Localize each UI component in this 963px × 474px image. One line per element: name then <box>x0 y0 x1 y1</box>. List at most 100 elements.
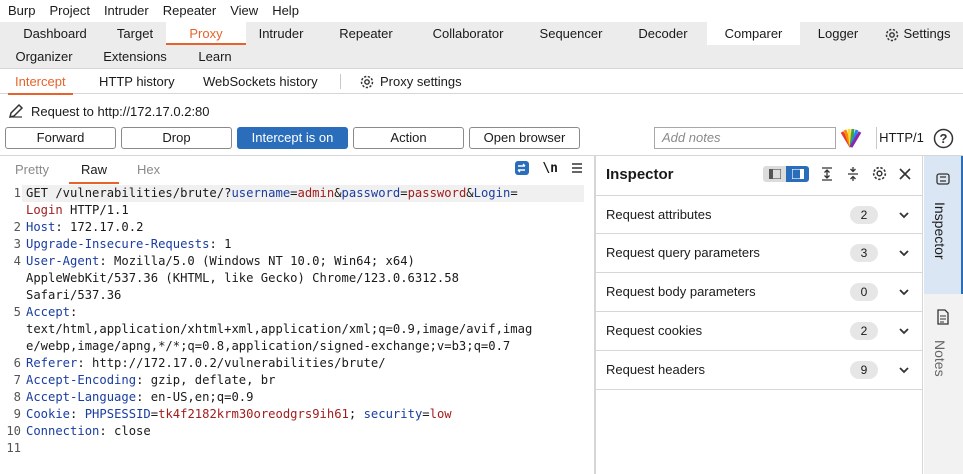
subtab-intercept[interactable]: Intercept <box>8 69 73 95</box>
tab-settings[interactable]: Settings <box>878 22 956 45</box>
subtab-separator <box>340 74 341 89</box>
chevron-down-icon[interactable] <box>898 286 910 298</box>
close-icon[interactable] <box>898 167 912 181</box>
header-key: security <box>363 407 423 421</box>
count-badge: 2 <box>850 206 878 224</box>
code-line: Upgrade-Insecure-Requests: 1 <box>26 236 231 253</box>
rail-inspector-label: Inspector <box>932 202 948 260</box>
menu-repeater[interactable]: Repeater <box>156 0 223 22</box>
param-value: password <box>407 186 467 200</box>
tab-extensions[interactable]: Extensions <box>96 45 174 68</box>
rail-tab-notes[interactable]: Notes <box>924 296 963 396</box>
chevron-down-icon[interactable] <box>898 209 910 221</box>
drop-button[interactable]: Drop <box>121 127 232 149</box>
menu-burp[interactable]: Burp <box>0 0 42 22</box>
tab-learn[interactable]: Learn <box>188 45 242 68</box>
code-text: = <box>150 407 159 421</box>
header-key: Accept-Encoding <box>26 373 137 387</box>
gear-icon[interactable] <box>871 165 888 182</box>
inspector-section[interactable]: Request query parameters 3 <box>596 234 923 273</box>
header-key: Connection <box>26 424 100 438</box>
subtab-http-history[interactable]: HTTP history <box>99 69 175 94</box>
line-number: 5 <box>13 305 21 319</box>
inspector-section[interactable]: Request body parameters 0 <box>596 273 923 312</box>
tab-sequencer[interactable]: Sequencer <box>530 22 612 45</box>
help-icon[interactable]: ? <box>933 128 954 149</box>
code-line: AppleWebKit/537.36 (KHTML, like Gecko) C… <box>26 270 459 287</box>
collapse-all-icon[interactable] <box>845 166 861 182</box>
header-key: Host <box>26 220 56 234</box>
subtab-websockets-history[interactable]: WebSockets history <box>203 69 318 94</box>
header-key: username <box>231 186 291 200</box>
menu-help[interactable]: Help <box>265 0 306 22</box>
code-text: : <box>70 407 85 421</box>
message-actions-icon[interactable] <box>514 160 530 176</box>
tab-dashboard[interactable]: Dashboard <box>6 22 104 45</box>
tab-logger[interactable]: Logger <box>808 22 868 45</box>
menu-intruder[interactable]: Intruder <box>97 0 156 22</box>
tab-proxy[interactable]: Proxy <box>166 22 246 45</box>
inspector-section-label: Request cookies <box>606 323 703 338</box>
code-text: & <box>466 186 474 200</box>
request-info: Request to http://172.17.0.2:80 <box>0 96 210 126</box>
tab-collaborator[interactable]: Collaborator <box>420 22 516 45</box>
chevron-down-icon[interactable] <box>898 364 910 376</box>
header-key: Login <box>473 186 511 200</box>
line-number: 2 <box>13 220 21 234</box>
code-text: & <box>334 186 342 200</box>
code-text: = <box>510 186 518 200</box>
inspector-section-label: Request query parameters <box>606 245 760 260</box>
action-button[interactable]: Action <box>353 127 464 149</box>
menu-project[interactable]: Project <box>42 0 96 22</box>
tab-target[interactable]: Target <box>104 22 166 45</box>
rail-tab-inspector[interactable]: Inspector <box>924 156 963 294</box>
code-line: GET /vulnerabilities/brute/?username=adm… <box>26 185 518 202</box>
code-line: Login HTTP/1.1 <box>26 202 129 219</box>
line-number: 1 <box>13 186 21 200</box>
code-text: = <box>290 186 298 200</box>
menu-view[interactable]: View <box>223 0 265 22</box>
code-text: e/webp,image/apng,*/*;q=0.8,application/… <box>26 339 511 353</box>
open-browser-button[interactable]: Open browser <box>469 127 580 149</box>
forward-button[interactable]: Forward <box>5 127 116 149</box>
header-key: User-Agent <box>26 254 100 268</box>
layout-list-icon[interactable] <box>763 166 786 182</box>
expand-all-icon[interactable] <box>819 166 835 182</box>
highlight-color-icon[interactable] <box>839 127 863 149</box>
notes-input[interactable]: Add notes <box>654 127 836 149</box>
inspector-section[interactable]: Request cookies 2 <box>596 312 923 351</box>
editor-tab-raw[interactable]: Raw <box>68 156 120 184</box>
menu-icon[interactable] <box>570 161 584 175</box>
tab-organizer[interactable]: Organizer <box>6 45 82 68</box>
line-number: 8 <box>13 390 21 404</box>
chevron-down-icon[interactable] <box>898 325 910 337</box>
menu-bar: Burp Project Intruder Repeater View Help <box>0 0 963 22</box>
newline-toggle-icon[interactable]: \n <box>542 161 558 176</box>
tab-comparer[interactable]: Comparer <box>707 22 800 45</box>
layout-toggle[interactable] <box>763 165 809 182</box>
code-text: text/html,application/xhtml+xml,applicat… <box>26 322 533 336</box>
layout-side-icon[interactable] <box>786 165 809 182</box>
code-line: Cookie: PHPSESSID=tk4f2182krm30oreodgrs9… <box>26 406 452 423</box>
tab-decoder[interactable]: Decoder <box>626 22 700 45</box>
line-number: 6 <box>13 356 21 370</box>
code-line: Accept: <box>26 304 77 321</box>
code-text: HTTP/1.1 <box>62 203 129 217</box>
http-version-selector[interactable]: HTTP/1 <box>876 127 926 149</box>
header-key: Upgrade-Insecure-Requests <box>26 237 210 251</box>
editor-tools: \n <box>514 160 584 176</box>
inspector-section[interactable]: Request attributes 2 <box>596 195 923 234</box>
tab-repeater[interactable]: Repeater <box>326 22 406 45</box>
intercept-toggle-button[interactable]: Intercept is on <box>237 127 348 149</box>
chevron-down-icon[interactable] <box>898 247 910 259</box>
header-key: Accept-Language <box>26 390 137 404</box>
editor-tab-pretty[interactable]: Pretty <box>15 156 49 184</box>
tool-tabs: Dashboard Target Proxy Intruder Repeater… <box>0 22 963 69</box>
subtab-proxy-settings[interactable]: Proxy settings <box>359 69 462 94</box>
param-value: Login <box>26 203 63 217</box>
line-number: 3 <box>13 237 21 251</box>
inspector-section[interactable]: Request headers 9 <box>596 351 923 390</box>
editor-tab-hex[interactable]: Hex <box>137 156 160 184</box>
tab-intruder[interactable]: Intruder <box>246 22 316 45</box>
code-line: Safari/537.36 <box>26 287 121 304</box>
